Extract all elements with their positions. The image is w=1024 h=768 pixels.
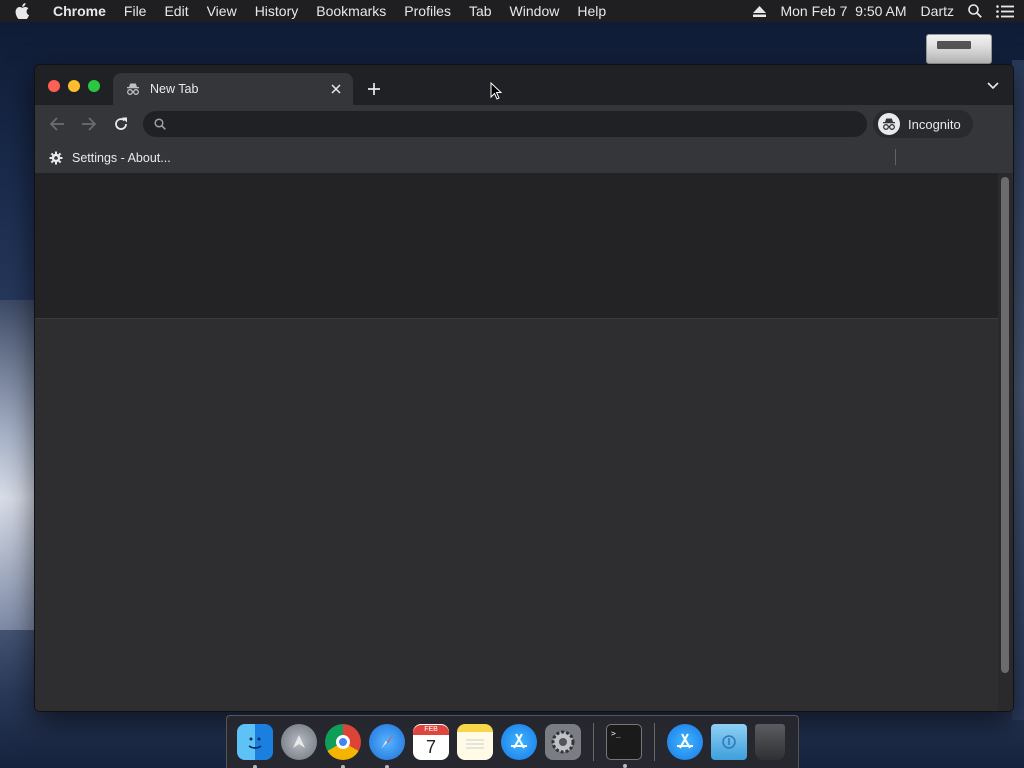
chrome-window: New Tab Incognito Settings - About... xyxy=(34,64,1014,712)
menu-edit[interactable]: Edit xyxy=(155,3,197,19)
menu-view[interactable]: View xyxy=(198,3,246,19)
menu-bar: Chrome File Edit View History Bookmarks … xyxy=(0,0,1024,22)
reload-icon[interactable] xyxy=(113,116,129,132)
window-close-button[interactable] xyxy=(48,80,60,92)
menu-profiles[interactable]: Profiles xyxy=(395,3,460,19)
safari-icon[interactable] xyxy=(369,724,405,768)
toolbar: Incognito xyxy=(35,105,1013,143)
app-store-icon[interactable] xyxy=(501,724,537,760)
tab-new-tab[interactable]: New Tab xyxy=(113,73,353,105)
finder-icon[interactable] xyxy=(237,724,273,768)
incognito-label: Incognito xyxy=(908,116,961,132)
terminal-icon[interactable]: >_ xyxy=(606,724,642,768)
tab-strip: New Tab xyxy=(35,65,1013,105)
calendar-month: FEB xyxy=(413,725,449,735)
system-preferences-icon[interactable] xyxy=(545,724,581,760)
window-zoom-button[interactable] xyxy=(88,80,100,92)
address-input[interactable] xyxy=(176,116,856,132)
drive-slot xyxy=(937,41,971,49)
gear-icon xyxy=(49,151,63,165)
page-content[interactable] xyxy=(35,173,1013,711)
bookmark-label: Settings - About... xyxy=(72,151,171,165)
clock[interactable]: Mon Feb 7 9:50 AM xyxy=(780,3,906,19)
menu-window[interactable]: Window xyxy=(501,3,569,19)
window-minimize-button[interactable] xyxy=(68,80,80,92)
menu-tab[interactable]: Tab xyxy=(460,3,501,19)
menu-help[interactable]: Help xyxy=(568,3,615,19)
spotlight-icon[interactable] xyxy=(968,4,982,18)
downloads-folder-icon[interactable] xyxy=(711,724,747,760)
tab-title: New Tab xyxy=(150,82,199,96)
app-store-folder-icon[interactable] xyxy=(667,724,703,760)
trash-icon[interactable] xyxy=(755,724,785,760)
chevron-down-icon[interactable] xyxy=(987,82,999,92)
new-tab-button[interactable] xyxy=(365,80,383,98)
dock-separator xyxy=(654,723,655,761)
search-icon xyxy=(154,118,166,130)
incognito-icon xyxy=(126,82,140,96)
menu-app-chrome[interactable]: Chrome xyxy=(44,3,115,19)
drive-icon[interactable] xyxy=(926,34,992,64)
incognito-profile-button[interactable]: Incognito xyxy=(873,110,973,138)
notes-icon[interactable] xyxy=(457,724,493,760)
bookmarks-bar: Settings - About... xyxy=(35,143,1013,173)
tab-close-icon[interactable] xyxy=(329,82,343,96)
chrome-icon[interactable] xyxy=(325,724,361,768)
user-name[interactable]: Dartz xyxy=(921,3,954,19)
back-arrow-icon[interactable] xyxy=(49,116,65,132)
chrome-center xyxy=(336,735,350,749)
dock: FEB 7 >_ xyxy=(226,715,799,768)
scrollbar-thumb[interactable] xyxy=(1001,177,1009,673)
mouse-cursor-icon xyxy=(490,82,502,100)
bookmarks-separator xyxy=(895,149,896,165)
page-header-area xyxy=(35,173,1000,319)
running-indicator xyxy=(623,764,627,768)
menu-history[interactable]: History xyxy=(246,3,308,19)
incognito-avatar-icon xyxy=(878,113,900,135)
launchpad-icon[interactable] xyxy=(281,724,317,760)
calendar-icon[interactable]: FEB 7 xyxy=(413,724,449,760)
terminal-prompt: >_ xyxy=(611,729,621,738)
calendar-day: 7 xyxy=(425,737,436,757)
address-bar[interactable] xyxy=(143,111,867,137)
page-main-area xyxy=(35,319,1000,711)
apple-menu-icon[interactable] xyxy=(0,3,44,19)
dock-separator xyxy=(593,723,594,761)
forward-arrow-icon[interactable] xyxy=(81,116,97,132)
bookmark-settings-about[interactable]: Settings - About... xyxy=(49,151,171,165)
menu-file[interactable]: File xyxy=(115,3,156,19)
scrollbar[interactable] xyxy=(998,173,1013,711)
notification-center-icon[interactable] xyxy=(996,4,1014,18)
eject-icon[interactable] xyxy=(753,5,767,17)
menu-bookmarks[interactable]: Bookmarks xyxy=(307,3,395,19)
